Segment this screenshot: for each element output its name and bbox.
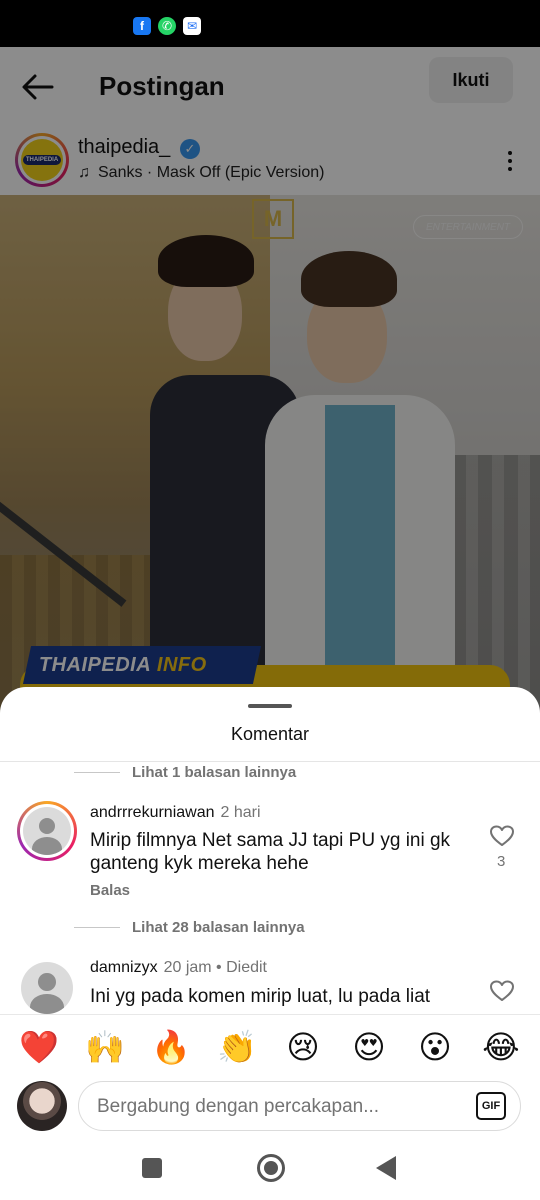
like-count: 3 [497,853,506,870]
comment-time: 20 jam • Diedit [163,959,267,976]
emoji-clapping[interactable]: 👏 [214,1027,260,1067]
comment-input[interactable]: Bergabung dengan percakapan... GIF [78,1081,521,1131]
current-user-avatar [17,1081,67,1131]
comment-username[interactable]: damnizyx [90,959,158,976]
home-dot-icon [264,1161,278,1175]
home-button[interactable] [257,1154,285,1182]
replies-label: Lihat 1 balasan lainnya [132,764,297,781]
replies-line [74,772,120,773]
emoji-surprised[interactable]: 😮 [412,1027,458,1067]
comment-input-placeholder: Bergabung dengan percakapan... [97,1096,380,1117]
avatar-ring-inner [20,804,74,858]
comment-username[interactable]: andrrrekurniawan [90,804,215,821]
view-more-replies-link[interactable]: Lihat 28 balasan lainnya [74,919,305,936]
recents-button[interactable] [142,1158,162,1178]
comment-text: Mirip filmnya Net sama JJ tapi PU yg ini… [90,830,451,874]
view-more-replies-link[interactable]: Lihat 1 balasan lainnya [74,764,296,781]
default-avatar-icon [23,807,71,855]
whatsapp-icon: ✆ [158,17,176,35]
reply-button[interactable]: Balas [90,882,130,899]
emoji-raised-hands[interactable]: 🙌 [82,1027,128,1067]
emoji-fire[interactable]: 🔥 [148,1027,194,1067]
like-heart-icon[interactable] [489,979,515,1003]
status-bar: f ✆ ✉ [0,0,540,47]
sheet-title: Komentar [230,724,310,744]
comment-text: Ini yg pada komen mirip luat, lu pada li… [90,986,431,1007]
divider [0,761,540,762]
system-nav-bar [0,1136,540,1200]
default-avatar-icon [21,962,73,1014]
emoji-heart-eyes[interactable]: 😍 [346,1027,392,1067]
emoji-crying[interactable]: 😢 [280,1027,326,1067]
emoji-quick-reactions: ❤️ 🙌 🔥 👏 😢 😍 😮 😂 [0,1027,540,1067]
commenter-avatar[interactable] [17,801,77,861]
messenger-icon: ✉ [183,17,201,35]
comment-time: 2 hari [220,804,261,821]
sheet-drag-handle[interactable] [248,704,292,708]
emoji-laughing[interactable]: 😂 [478,1027,524,1067]
emoji-heart[interactable]: ❤️ [16,1027,62,1067]
backdrop-overlay[interactable] [0,47,540,747]
comment-meta: damnizyx 20 jam • Diedit [90,959,267,977]
gif-button[interactable]: GIF [476,1092,506,1120]
facebook-icon: f [133,17,151,35]
replies-line [74,927,120,928]
like-heart-icon[interactable] [489,824,515,848]
system-back-button[interactable] [376,1156,396,1180]
commenter-avatar[interactable] [21,962,73,1014]
notification-icons: f ✆ ✉ [133,17,201,35]
comment-meta: andrrrekurniawan 2 hari [90,804,261,822]
replies-label: Lihat 28 balasan lainnya [132,919,305,936]
